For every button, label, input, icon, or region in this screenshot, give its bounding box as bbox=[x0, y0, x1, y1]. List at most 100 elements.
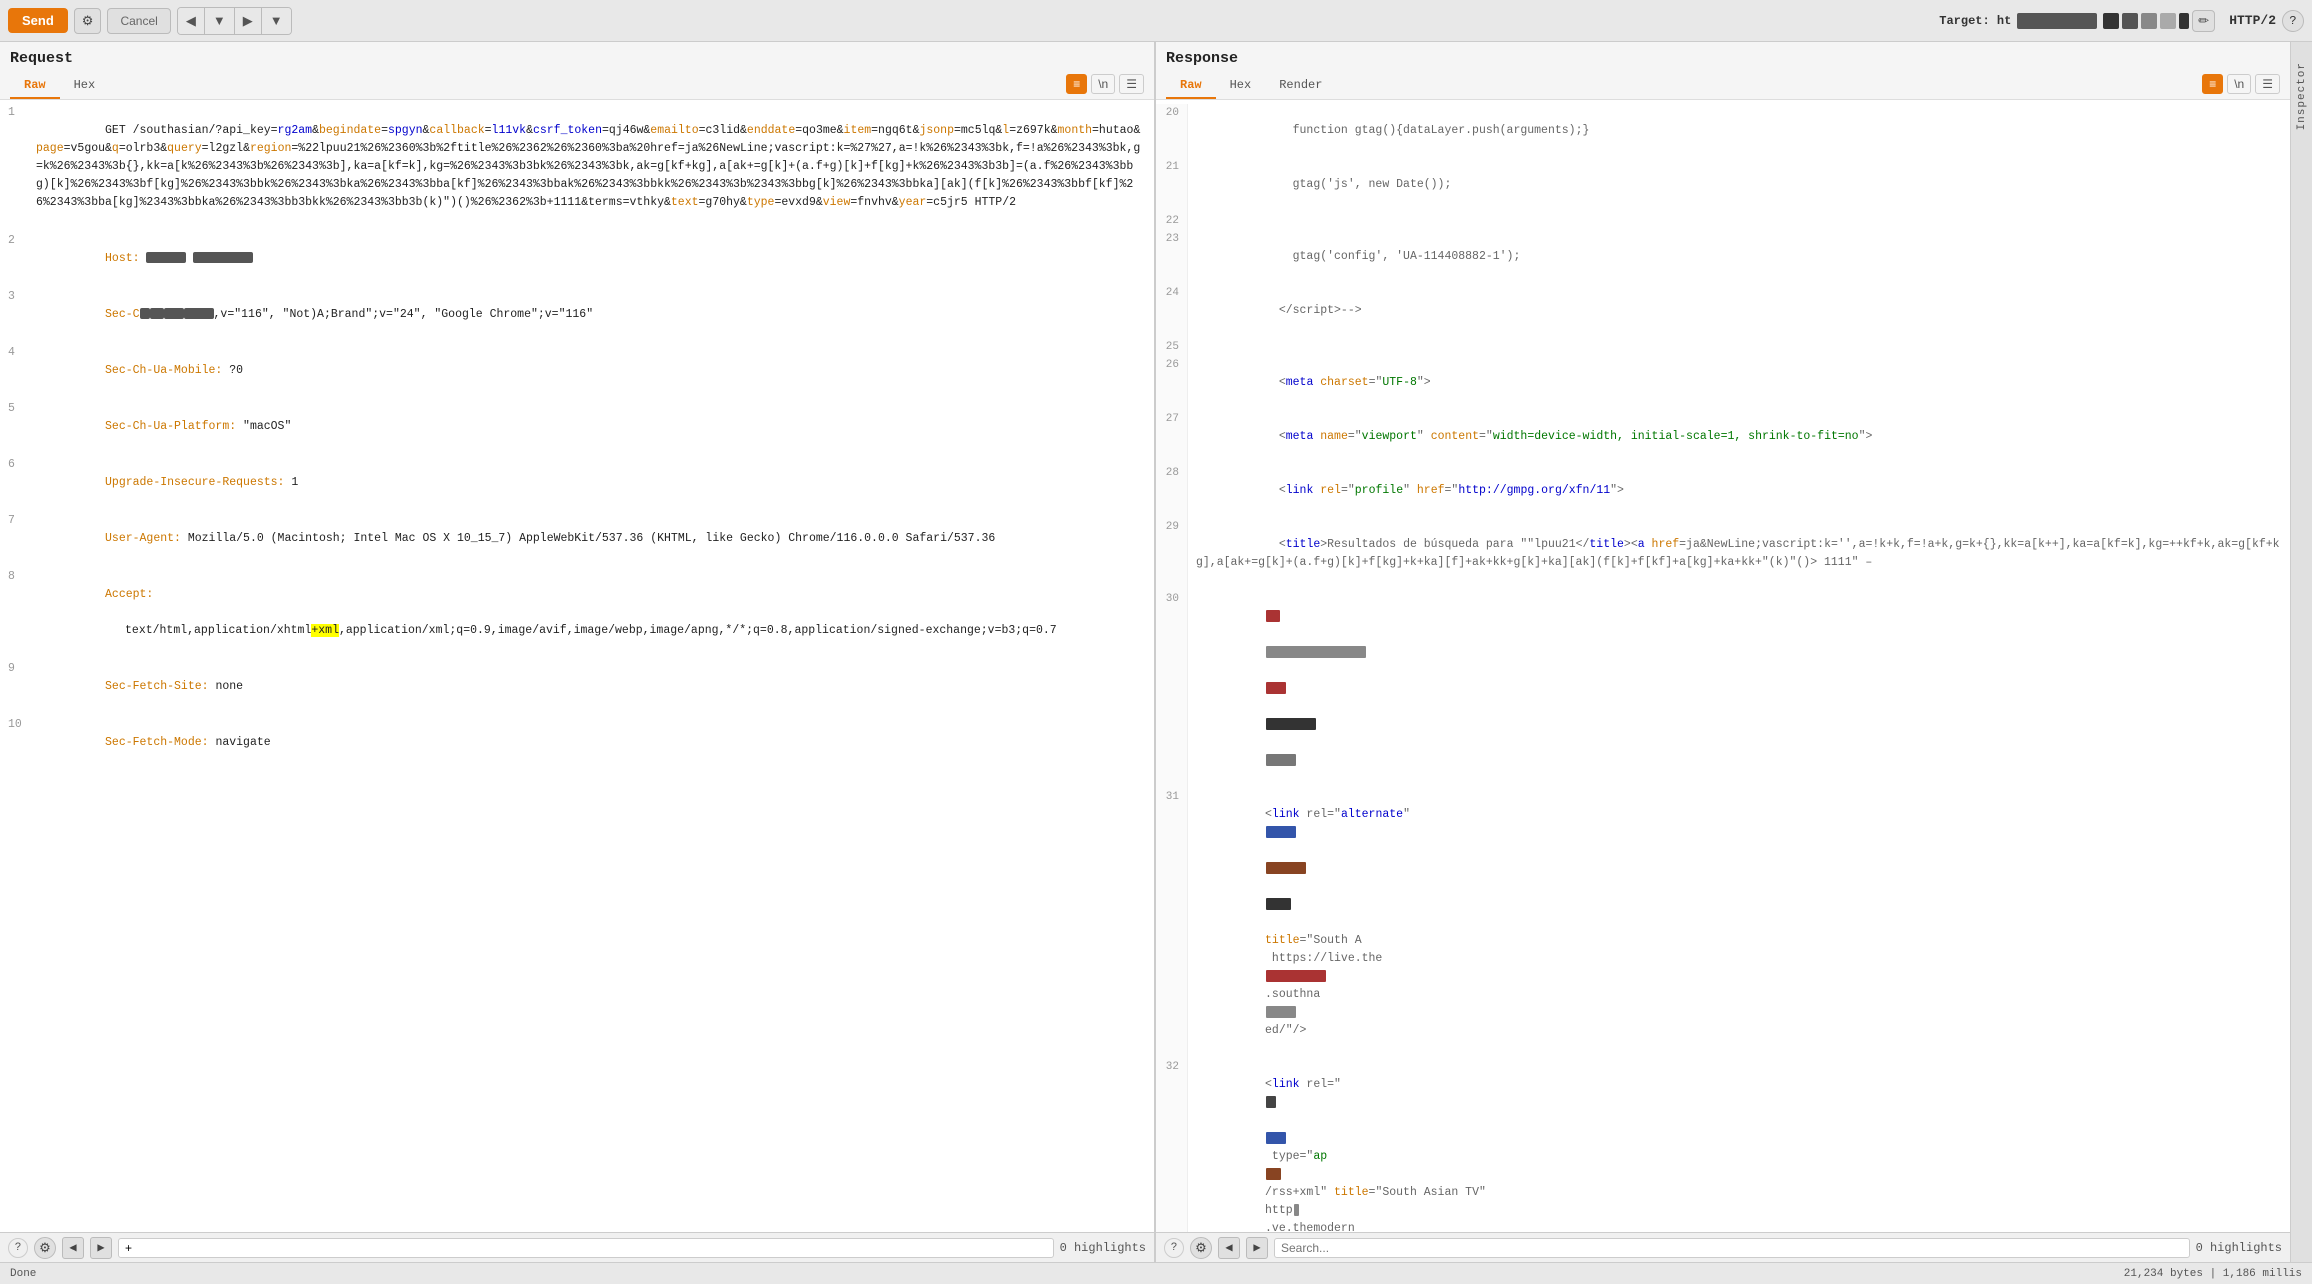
response-help-button[interactable]: ? bbox=[1164, 1238, 1184, 1258]
response-settings-button[interactable]: ⚙ bbox=[1190, 1237, 1212, 1259]
response-newline-button[interactable]: \n bbox=[2227, 74, 2251, 94]
request-newline-button[interactable]: \n bbox=[1091, 74, 1115, 94]
response-search-input[interactable] bbox=[1274, 1238, 2190, 1258]
request-settings-button[interactable]: ⚙ bbox=[34, 1237, 56, 1259]
help-button[interactable]: ? bbox=[2282, 10, 2304, 32]
color-swatch-gray[interactable] bbox=[2141, 13, 2157, 29]
inspector-sidebar: Inspector bbox=[2290, 42, 2312, 1262]
pen-icon-button[interactable]: ✏ bbox=[2192, 10, 2215, 32]
response-line-28: 28 <link rel="profile" href="http://gmpg… bbox=[1156, 464, 2290, 518]
response-line-32: 32 <link rel=" type="ap /rss+xml" title=… bbox=[1156, 1058, 2290, 1232]
response-line-22: 22 bbox=[1156, 212, 2290, 230]
request-next-button[interactable]: ▶ bbox=[90, 1237, 112, 1259]
nav-button-group: ◀ ▼ ▶ ▼ bbox=[177, 7, 292, 35]
response-line-29-content: <title>Resultados de búsqueda para ""lpu… bbox=[1188, 518, 2290, 590]
request-line-8-num: 8 bbox=[8, 568, 28, 658]
response-tab-actions: ≡ \n ☰ bbox=[2202, 74, 2280, 98]
settings-icon-button[interactable]: ⚙ bbox=[74, 8, 102, 34]
response-panel: Response Raw Hex Render ≡ \n ☰ 20 functi… bbox=[1156, 42, 2290, 1262]
request-search-input[interactable] bbox=[118, 1238, 1054, 1258]
request-highlights-count: 0 highlights bbox=[1060, 1241, 1146, 1255]
response-line-23: 23 gtag('config', 'UA-114408882-1'); bbox=[1156, 230, 2290, 284]
toolbar: Send ⚙ Cancel ◀ ▼ ▶ ▼ Target: ht ✏ HTTP/… bbox=[0, 0, 2312, 42]
target-label: Target: ht bbox=[1939, 14, 2011, 28]
response-code-content[interactable]: 20 function gtag(){dataLayer.push(argume… bbox=[1156, 100, 2290, 1232]
request-line-10-num: 10 bbox=[8, 716, 28, 770]
request-line-2-content: Host: bbox=[36, 232, 253, 286]
response-prev-button[interactable]: ◀ bbox=[1218, 1237, 1240, 1259]
response-menu-button[interactable]: ☰ bbox=[2255, 74, 2280, 94]
response-line-30: 30 bbox=[1156, 590, 2290, 788]
response-line-30-content bbox=[1188, 590, 2290, 788]
target-bar bbox=[2017, 13, 2097, 29]
main-content: Request Raw Hex ≡ \n ☰ 1 GET /southasian… bbox=[0, 42, 2312, 1262]
request-bottom-bar: ? ⚙ ◀ ▶ 0 highlights bbox=[0, 1232, 1154, 1262]
request-line-5: 5 Sec-Ch-Ua-Platform: "macOS" bbox=[0, 400, 1154, 454]
response-header: Response Raw Hex Render ≡ \n ☰ bbox=[1156, 42, 2290, 100]
tab-request-raw[interactable]: Raw bbox=[10, 73, 60, 99]
request-line-7-content: User-Agent: Mozilla/5.0 (Macintosh; Inte… bbox=[36, 512, 995, 566]
response-line-21-content: gtag('js', new Date()); bbox=[1188, 158, 2290, 212]
statusbar: Done 21,234 bytes | 1,186 millis bbox=[0, 1262, 2312, 1284]
request-line-2: 2 Host: bbox=[0, 232, 1154, 286]
request-tab-bar: Raw Hex ≡ \n ☰ bbox=[10, 73, 1144, 99]
response-linenum-20: 20 bbox=[1156, 104, 1188, 158]
response-linenum-28: 28 bbox=[1156, 464, 1188, 518]
response-linenum-31: 31 bbox=[1156, 788, 1188, 1058]
color-palette: ✏ bbox=[2103, 10, 2215, 32]
request-line-4-content: Sec-Ch-Ua-Mobile: ?0 bbox=[36, 344, 243, 398]
response-tab-bar: Raw Hex Render ≡ \n ☰ bbox=[1166, 73, 2280, 99]
color-swatch-medium[interactable] bbox=[2122, 13, 2138, 29]
next-dropdown-button[interactable]: ▼ bbox=[262, 8, 291, 34]
tab-response-hex[interactable]: Hex bbox=[1216, 73, 1266, 99]
color-swatch-light[interactable] bbox=[2160, 13, 2176, 29]
request-line-1-num: 1 bbox=[8, 104, 28, 230]
inspector-label: Inspector bbox=[2296, 62, 2308, 130]
request-tab-actions: ≡ \n ☰ bbox=[1066, 74, 1144, 98]
response-line-27: 27 <meta name="viewport" content="width=… bbox=[1156, 410, 2290, 464]
response-linenum-27: 27 bbox=[1156, 410, 1188, 464]
request-format-pretty-button[interactable]: ≡ bbox=[1066, 74, 1087, 94]
target-display: Target: ht bbox=[1939, 13, 2097, 29]
response-line-31: 31 <link rel="alternate" title="South A … bbox=[1156, 788, 2290, 1058]
tab-response-raw[interactable]: Raw bbox=[1166, 73, 1216, 99]
request-line-7-num: 7 bbox=[8, 512, 28, 566]
request-line-5-num: 5 bbox=[8, 400, 28, 454]
response-line-27-content: <meta name="viewport" content="width=dev… bbox=[1188, 410, 2290, 464]
request-line-1: 1 GET /southasian/?api_key=rg2am&beginda… bbox=[0, 104, 1154, 230]
http-version-label: HTTP/2 bbox=[2229, 13, 2276, 28]
status-right: 21,234 bytes | 1,186 millis bbox=[2124, 1268, 2302, 1280]
request-line-9-content: Sec-Fetch-Site: none bbox=[36, 660, 243, 714]
response-bottom-bar: ? ⚙ ◀ ▶ 0 highlights bbox=[1156, 1232, 2290, 1262]
request-menu-button[interactable]: ☰ bbox=[1119, 74, 1144, 94]
request-prev-button[interactable]: ◀ bbox=[62, 1237, 84, 1259]
request-panel: Request Raw Hex ≡ \n ☰ 1 GET /southasian… bbox=[0, 42, 1156, 1262]
next-button[interactable]: ▶ bbox=[235, 8, 262, 34]
request-line-1-content: GET /southasian/?api_key=rg2am&begindate… bbox=[36, 104, 1146, 230]
cancel-button[interactable]: Cancel bbox=[107, 8, 170, 34]
response-next-button[interactable]: ▶ bbox=[1246, 1237, 1268, 1259]
tab-request-hex[interactable]: Hex bbox=[60, 73, 110, 99]
color-swatch-narrow[interactable] bbox=[2179, 13, 2189, 29]
request-line-9: 9 Sec-Fetch-Site: none bbox=[0, 660, 1154, 714]
response-linenum-29: 29 bbox=[1156, 518, 1188, 590]
response-linenum-26: 26 bbox=[1156, 356, 1188, 410]
prev-button[interactable]: ◀ bbox=[178, 8, 205, 34]
request-code-content[interactable]: 1 GET /southasian/?api_key=rg2am&beginda… bbox=[0, 100, 1154, 1232]
send-button[interactable]: Send bbox=[8, 8, 68, 33]
request-line-3-content: Sec-C,v="116", "Not)A;Brand";v="24", "Go… bbox=[36, 288, 593, 342]
tab-response-render[interactable]: Render bbox=[1265, 73, 1336, 99]
response-line-32-content: <link rel=" type="ap /rss+xml" title="So… bbox=[1188, 1058, 2290, 1232]
response-line-28-content: <link rel="profile" href="http://gmpg.or… bbox=[1188, 464, 2290, 518]
response-line-26: 26 <meta charset="UTF-8"> bbox=[1156, 356, 2290, 410]
color-swatch-dark[interactable] bbox=[2103, 13, 2119, 29]
request-line-8-content: Accept: text/html,application/xhtml+xml,… bbox=[36, 568, 1057, 658]
response-line-20: 20 function gtag(){dataLayer.push(argume… bbox=[1156, 104, 2290, 158]
request-line-6-num: 6 bbox=[8, 456, 28, 510]
response-format-pretty-button[interactable]: ≡ bbox=[2202, 74, 2223, 94]
response-highlights-count: 0 highlights bbox=[2196, 1241, 2282, 1255]
response-linenum-21: 21 bbox=[1156, 158, 1188, 212]
request-help-button[interactable]: ? bbox=[8, 1238, 28, 1258]
request-line-6-content: Upgrade-Insecure-Requests: 1 bbox=[36, 456, 298, 510]
prev-dropdown-button[interactable]: ▼ bbox=[205, 8, 235, 34]
